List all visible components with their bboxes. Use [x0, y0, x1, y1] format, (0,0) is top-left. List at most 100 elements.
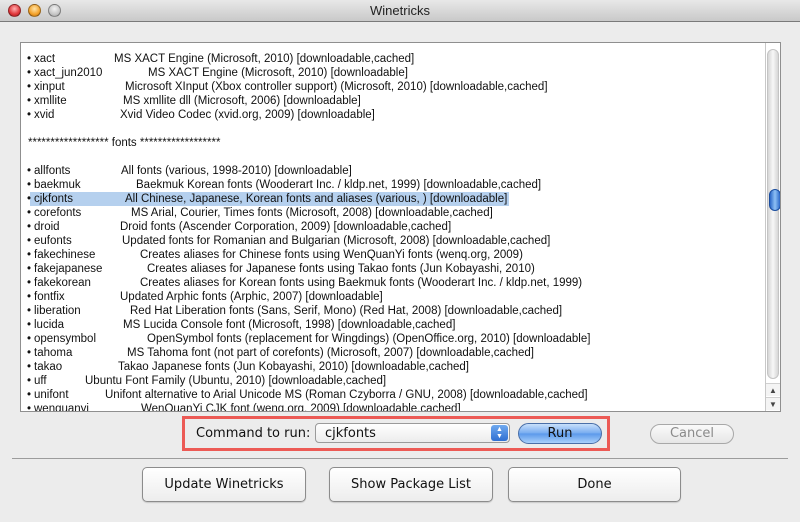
package-description: Droid fonts (Ascender Corporation, 2009)… — [120, 221, 452, 233]
blank-row — [21, 150, 765, 164]
list-item[interactable]: • allfonts All fonts (various, 1998-2010) … — [21, 164, 765, 178]
package-name: xinput — [34, 81, 65, 93]
list-item[interactable]: • eufonts Updated fonts for Romanian and B… — [21, 234, 765, 248]
bullet-icon: • — [27, 319, 32, 331]
select-arrows-icon: ▲ ▼ — [491, 425, 508, 441]
package-name: opensymbol — [34, 333, 97, 345]
package-description: Baekmuk Korean fonts (Wooderart Inc. / k… — [136, 179, 542, 191]
package-description: OpenSymbol fonts (replacement for Wingdi… — [147, 333, 591, 345]
package-description: Updated Arphic fonts (Arphic, 2007) [dow… — [120, 291, 383, 303]
bullet-icon: • — [27, 95, 32, 107]
bullet-icon: • — [27, 179, 32, 191]
bullet-icon: • — [27, 375, 32, 387]
package-name: xmllite — [34, 95, 67, 107]
vertical-scrollbar[interactable]: ▲ ▼ — [765, 43, 780, 411]
list-item[interactable]: • opensymbol OpenSymbol fonts (replacement… — [21, 332, 765, 346]
package-description: MS xmllite dll (Microsoft, 2006) [downlo… — [123, 95, 361, 107]
list-item[interactable]: • droid Droid fonts (Ascender Corporation,… — [21, 220, 765, 234]
list-item[interactable]: • xinput Microsoft XInput (Xbox controller… — [21, 80, 765, 94]
package-description: Creates aliases for Chinese fonts using … — [140, 249, 523, 261]
bullet-icon: • — [27, 249, 32, 261]
package-name: unifont — [34, 389, 69, 401]
list-item[interactable]: • tahoma MS Tahoma font (not part of coref… — [21, 346, 765, 360]
scroll-down-arrow-icon[interactable]: ▼ — [766, 397, 780, 410]
section-header: ****************** fonts ***************… — [28, 137, 221, 149]
package-name: lucida — [34, 319, 65, 331]
bullet-icon: • — [27, 305, 32, 317]
package-description: MS XACT Engine (Microsoft, 2010) [downlo… — [114, 53, 415, 65]
list-item[interactable]: • cjkfonts All Chinese, Japanese, Korean f… — [21, 192, 765, 206]
package-description: Red Hat Liberation fonts (Sans, Serif, M… — [130, 305, 563, 317]
list-item[interactable]: • baekmuk Baekmuk Korean fonts (Wooderart … — [21, 178, 765, 192]
run-button[interactable]: Run — [518, 423, 602, 444]
package-name: fakejapanese — [34, 263, 103, 275]
divider — [12, 458, 788, 459]
show-package-list-button[interactable]: Show Package List — [329, 467, 493, 502]
update-winetricks-button[interactable]: Update Winetricks — [142, 467, 306, 502]
package-description: Ubuntu Font Family (Ubuntu, 2010) [downl… — [85, 375, 387, 387]
package-name: xvid — [34, 109, 55, 121]
package-list[interactable]: • xact MS XACT Engine (Microsoft, 2010) [d… — [20, 42, 781, 412]
scroll-up-arrow-icon[interactable]: ▲ — [766, 383, 780, 396]
command-select[interactable]: cjkfonts ▲ ▼ — [315, 423, 510, 443]
done-button[interactable]: Done — [508, 467, 681, 502]
package-name: baekmuk — [34, 179, 81, 191]
list-item[interactable]: • fontfix Updated Arphic fonts (Arphic, 20… — [21, 290, 765, 304]
list-item[interactable]: • xact_jun2010 MS XACT Engine (Microsoft, … — [21, 66, 765, 80]
list-item[interactable]: • xmllite MS xmllite dll (Microsoft, 2006)… — [21, 94, 765, 108]
blank-row — [21, 122, 765, 136]
package-name: uff — [34, 375, 47, 387]
package-name: wenquanyi — [34, 403, 89, 412]
package-name: allfonts — [34, 165, 71, 177]
bullet-icon: • — [27, 67, 32, 79]
bullet-icon: • — [27, 263, 32, 275]
package-description: MS Tahoma font (not part of corefonts) (… — [127, 347, 534, 359]
package-name: cjkfonts — [34, 193, 73, 205]
bullet-icon: • — [27, 109, 32, 121]
scroll-track[interactable] — [767, 49, 780, 379]
package-description: Creates aliases for Korean fonts using B… — [140, 277, 583, 289]
package-name: xact_jun2010 — [34, 67, 103, 79]
list-item[interactable]: • corefonts MS Arial, Courier, Times fonts… — [21, 206, 765, 220]
bullet-icon: • — [27, 333, 32, 345]
package-list-content: • xact MS XACT Engine (Microsoft, 2010) [d… — [21, 43, 765, 412]
bullet-icon: • — [27, 403, 32, 412]
package-name: tahoma — [34, 347, 73, 359]
package-description: Xvid Video Codec (xvid.org, 2009) [downl… — [120, 109, 375, 121]
list-item[interactable]: • xvid Xvid Video Codec (xvid.org, 2009) [… — [21, 108, 765, 122]
list-item[interactable]: • unifont Unifont alternative to Arial Uni… — [21, 388, 765, 402]
title-bar: Winetricks — [0, 0, 800, 22]
list-item[interactable]: • fakechinese Creates aliases for Chinese … — [21, 248, 765, 262]
package-description: MS Lucida Console font (Microsoft, 1998)… — [123, 319, 456, 331]
package-name: fontfix — [34, 291, 65, 303]
command-select-value: cjkfonts — [325, 426, 376, 441]
list-item[interactable]: • fakekorean Creates aliases for Korean fo… — [21, 276, 765, 290]
bullet-icon: • — [27, 235, 32, 247]
list-item[interactable]: • liberation Red Hat Liberation fonts (San… — [21, 304, 765, 318]
bullet-icon: • — [27, 389, 32, 401]
cancel-button[interactable]: Cancel — [650, 424, 734, 444]
package-name: xact — [34, 53, 56, 65]
bullet-icon: • — [27, 291, 32, 303]
bullet-icon: • — [27, 221, 32, 233]
package-name: liberation — [34, 305, 81, 317]
list-item[interactable]: • uff Ubuntu Font Family (Ubuntu, 2010) [d… — [21, 374, 765, 388]
package-description: MS Arial, Courier, Times fonts (Microsof… — [131, 207, 493, 219]
package-description: Unifont alternative to Arial Unicode MS … — [105, 389, 588, 401]
list-item[interactable]: • xact MS XACT Engine (Microsoft, 2010) [d… — [21, 52, 765, 66]
package-description: Creates aliases for Japanese fonts using… — [147, 263, 535, 275]
scroll-thumb[interactable] — [769, 189, 780, 211]
list-item[interactable]: • takao Takao Japanese fonts (Jun Kobayash… — [21, 360, 765, 374]
package-name: corefonts — [34, 207, 82, 219]
package-description: Takao Japanese fonts (Jun Kobayashi, 201… — [118, 361, 469, 373]
partial-row — [21, 43, 765, 52]
package-description: Microsoft XInput (Xbox controller suppor… — [125, 81, 548, 93]
package-name: droid — [34, 221, 60, 233]
package-description: MS XACT Engine (Microsoft, 2010) [downlo… — [148, 67, 408, 79]
list-item[interactable]: • lucida MS Lucida Console font (Microsoft… — [21, 318, 765, 332]
package-description: Updated fonts for Romanian and Bulgarian… — [122, 235, 551, 247]
bullet-icon: • — [27, 53, 32, 65]
list-item[interactable]: • wenquanyi WenQuanYi CJK font (wenq.org, … — [21, 402, 765, 412]
list-item[interactable]: • fakejapanese Creates aliases for Japanes… — [21, 262, 765, 276]
window-title: Winetricks — [370, 3, 430, 18]
